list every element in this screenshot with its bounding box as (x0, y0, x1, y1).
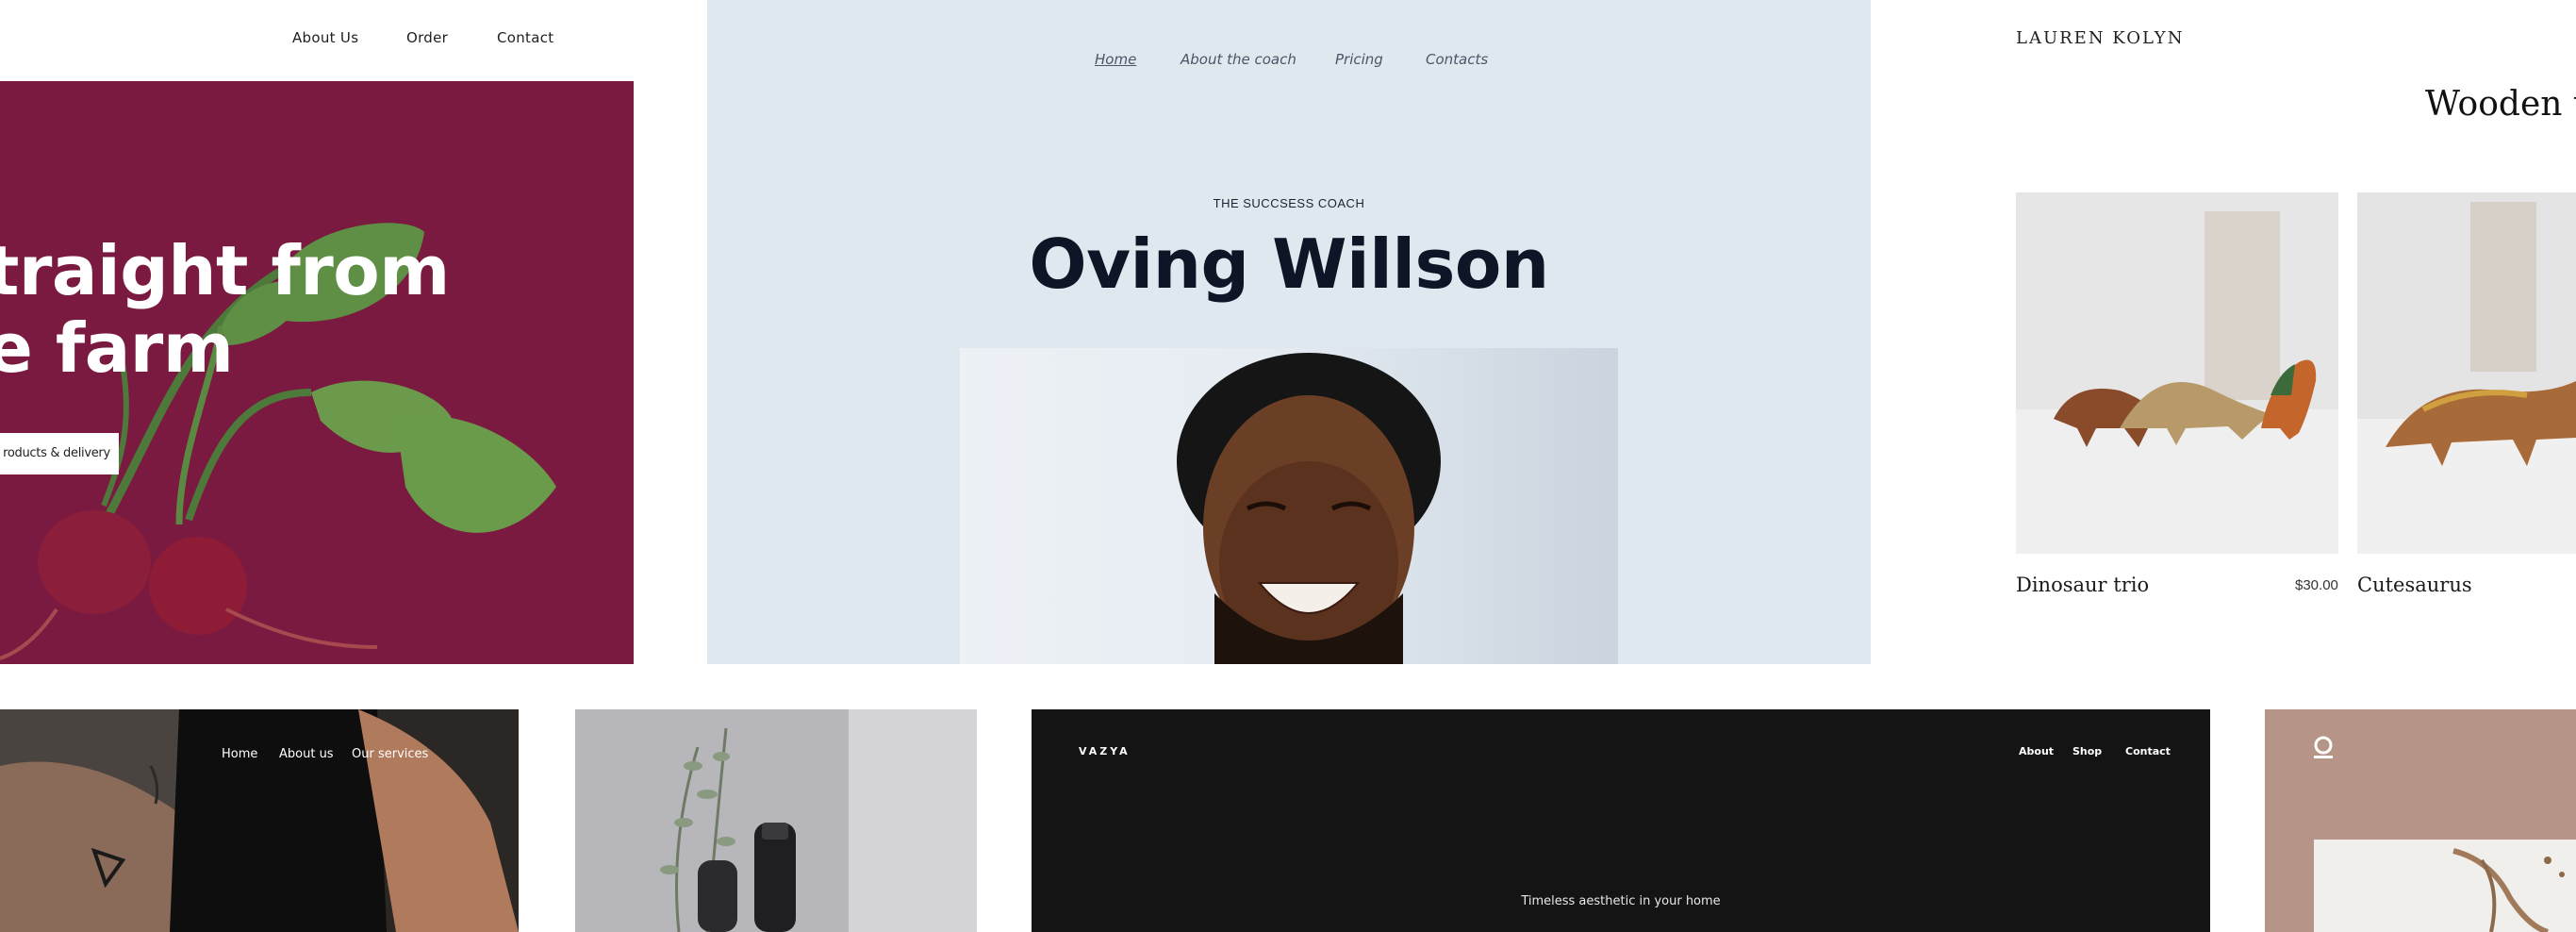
nav-link-about[interactable]: About (2019, 745, 2054, 757)
nav-link-order[interactable]: Order (406, 29, 448, 46)
nav-link-our-services[interactable]: Our services (352, 747, 428, 761)
nav-link-pricing[interactable]: Pricing (1335, 51, 1383, 68)
toys-brand-logo[interactable]: LAUREN KOLYN (2016, 28, 2184, 48)
fitness-card[interactable]: Home About us Our services (0, 709, 519, 932)
fitness-person-photo (0, 709, 519, 932)
coach-eyebrow: THE SUCCSESS COACH (1213, 196, 1365, 210)
coach-name: Oving Willson (1029, 225, 1549, 304)
nav-link-about-us[interactable]: About us (279, 747, 334, 761)
nav-link-contacts[interactable]: Contacts (1426, 51, 1488, 68)
wooden-dinosaur-image (2357, 192, 2576, 554)
coach-card[interactable]: Home About the coach Pricing Contacts TH… (707, 0, 1871, 664)
smiling-man-photo (1177, 353, 1441, 664)
bottle-product-card[interactable] (575, 709, 977, 932)
farm-hero-card[interactable]: traight from e farm roducts & delivery (0, 81, 634, 664)
nav-link-home[interactable]: Home (222, 747, 257, 761)
nav-link-home[interactable]: Home (1095, 51, 1136, 68)
wooden-dinosaurs-image (2016, 192, 2338, 554)
product-image-dinosaur-trio[interactable] (2016, 192, 2338, 554)
product-name-dinosaur-trio[interactable]: Dinosaur trio (2016, 574, 2149, 596)
nav-link-about-coach[interactable]: About the coach (1181, 51, 1296, 68)
hero-headline: traight from e farm (0, 231, 450, 388)
vazya-logo[interactable]: VAZYA (1079, 745, 1131, 757)
products-delivery-button[interactable]: roducts & delivery (0, 433, 119, 474)
toys-page-title: Wooden to (2425, 85, 2576, 124)
mauve-card-graphics (2314, 736, 2576, 932)
nav-link-shop[interactable]: Shop (2072, 745, 2102, 757)
nav-link-contact[interactable]: Contact (2125, 745, 2171, 757)
mauve-card[interactable] (2265, 709, 2576, 932)
vazya-card[interactable]: VAZYA About Shop Contact Timeless aesthe… (1032, 709, 2210, 932)
bottles-with-plant-photo (575, 709, 977, 932)
product-image-cutesaurus[interactable] (2357, 192, 2576, 554)
nav-link-about-us[interactable]: About Us (292, 29, 358, 46)
vazya-tagline: Timeless aesthetic in your home (1521, 894, 1721, 908)
circle-logo-icon (2314, 736, 2333, 758)
nav-link-contact[interactable]: Contact (497, 29, 553, 46)
product-name-cutesaurus[interactable]: Cutesaurus (2357, 574, 2472, 596)
product-price-dinosaur-trio: $30.00 (2295, 577, 2338, 593)
coach-portrait-image (960, 348, 1618, 664)
